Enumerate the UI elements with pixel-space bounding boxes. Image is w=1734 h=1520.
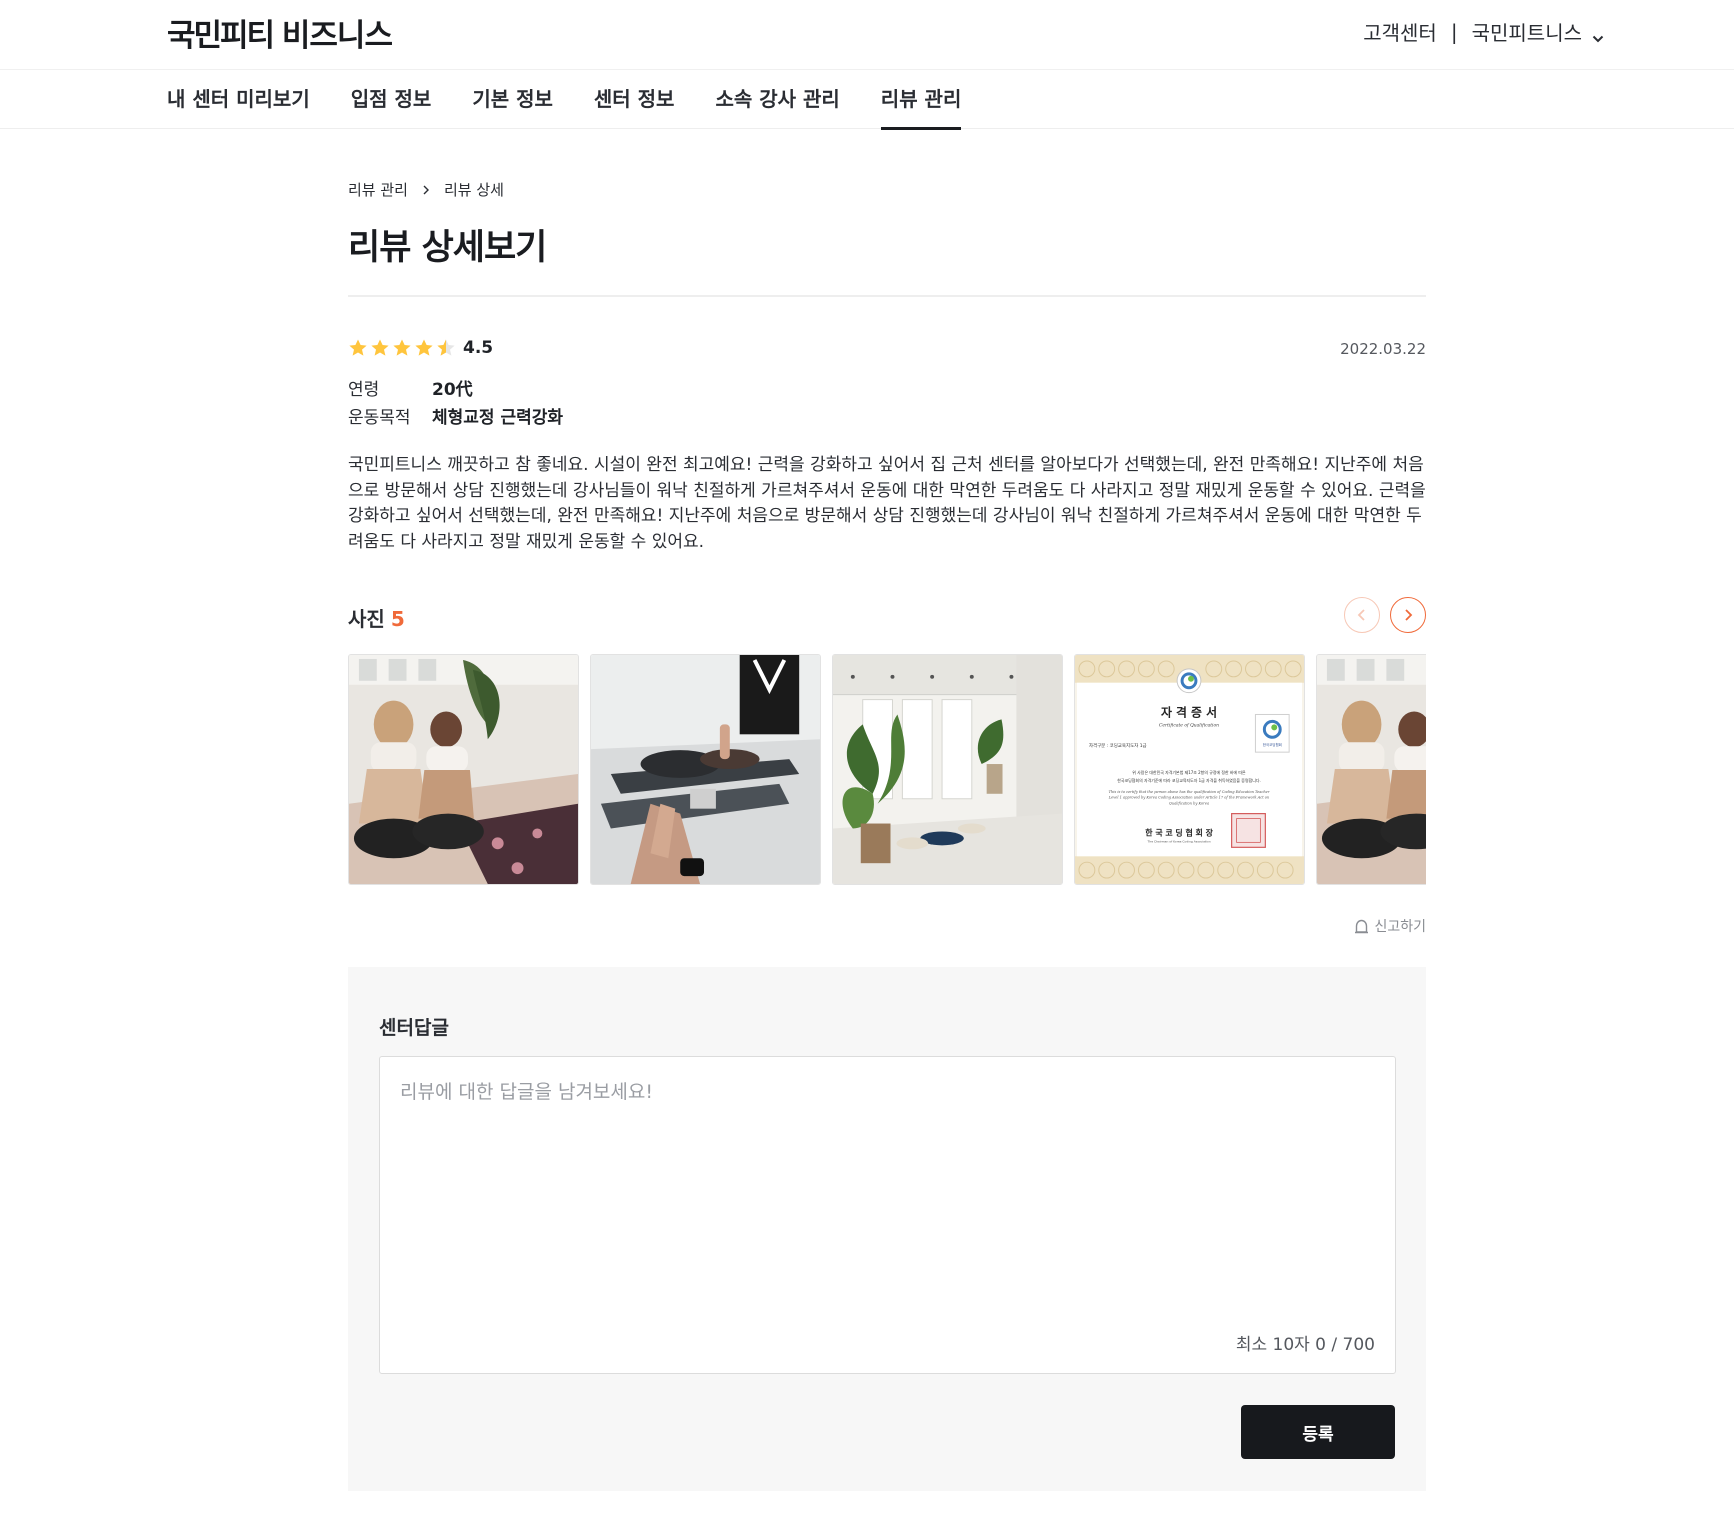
certificate-body-line: 위 사람은 대한민국 자격기본법 제17조 2항의 규정에 정한 바에 따른: [1132, 770, 1246, 775]
submit-reply-button[interactable]: 등록: [1241, 1405, 1395, 1459]
certificate-issuer-en: The Chairman of Korea Coding Association: [1147, 839, 1211, 843]
review-date: 2022.03.22: [1340, 340, 1426, 358]
certificate-title: 자 격 증 서: [1161, 705, 1217, 719]
report-label: 신고하기: [1374, 919, 1426, 935]
meta-row-purpose: 운동목적 체형교정 근력강화: [348, 401, 563, 429]
bell-icon: [1355, 919, 1369, 933]
certificate-subtitle: Certificate of Qualification: [1159, 722, 1219, 728]
meta-key: 연령: [348, 379, 380, 400]
star-icon: [349, 339, 367, 356]
tab-instructor-management[interactable]: 소속 강사 관리: [715, 70, 839, 129]
star-icon: [371, 339, 389, 356]
tab-center-info[interactable]: 센터 정보: [594, 70, 675, 129]
certificate-image: 자 격 증 서 Certificate of Qualification 한국코…: [1075, 655, 1304, 884]
tab-basic-info[interactable]: 기본 정보: [472, 70, 553, 129]
star-half-icon: [437, 339, 455, 356]
page-title: 리뷰 상세보기: [348, 228, 547, 268]
title-divider: [348, 295, 1426, 297]
breadcrumb-parent[interactable]: 리뷰 관리: [348, 179, 408, 200]
main-nav: 내 센터 미리보기 입점 정보 기본 정보 센터 정보 소속 강사 관리 리뷰 …: [0, 70, 1734, 130]
tab-store-info[interactable]: 입점 정보: [351, 70, 432, 129]
yoga-women-image: [349, 655, 578, 884]
tab-center-preview[interactable]: 내 센터 미리보기: [167, 70, 310, 129]
chevron-left-icon: [1357, 609, 1365, 621]
char-counter: 최소 10자 0 / 700: [1235, 1335, 1375, 1355]
top-header: 국민피티 비즈니스 고객센터 | 국민피트니스: [0, 0, 1734, 70]
customer-center-link[interactable]: 고객센터: [1363, 17, 1437, 46]
certificate-type-line: 자격구분 : 코딩교육지도자 1급: [1089, 742, 1147, 749]
meta-row-age: 연령 20代: [348, 373, 563, 401]
stretching-class-image: [591, 655, 820, 884]
photos-next-button[interactable]: [1390, 597, 1426, 633]
review-body: 국민피트니스 깨끗하고 참 좋네요. 시설이 완전 최고예요! 근력을 강화하고…: [348, 455, 1426, 552]
chevron-right-icon: [423, 185, 429, 194]
menu-separator: |: [1450, 19, 1458, 44]
review-photo[interactable]: [832, 654, 1063, 885]
reply-label: 센터답글: [379, 1017, 449, 1039]
meta-value: 체형교정 근력강화: [432, 407, 564, 428]
meta-value: 20代: [432, 379, 473, 400]
chevron-right-icon: [1405, 609, 1413, 621]
reply-input-wrapper: 최소 10자 0 / 700: [379, 1056, 1396, 1374]
logo-main: 국민피티: [167, 18, 275, 54]
star-icon: [393, 339, 411, 356]
review-photo[interactable]: [1316, 654, 1426, 885]
breadcrumb: 리뷰 관리 리뷰 상세: [348, 179, 504, 200]
logo-sub: 비즈니스: [281, 18, 393, 54]
certificate-badge: 한국코딩협회: [1263, 742, 1282, 747]
studio-interior-image: [833, 655, 1062, 884]
report-button[interactable]: 신고하기: [1353, 916, 1426, 936]
meta-key: 운동목적: [348, 407, 411, 428]
nav-tabs: 내 센터 미리보기 입점 정보 기본 정보 센터 정보 소속 강사 관리 리뷰 …: [167, 70, 1002, 130]
photos-heading: 사진 5: [348, 603, 405, 632]
certificate-body-line: 한국코딩협회의 자격기준에 따라 코딩교육지도자 1급 자격을 취득하였음을 증…: [1117, 778, 1261, 783]
photos-prev-button[interactable]: [1344, 597, 1380, 633]
photos-count: 5: [390, 607, 405, 631]
yoga-women-image: [1317, 655, 1426, 884]
review-photo[interactable]: 자 격 증 서 Certificate of Qualification 한국코…: [1074, 654, 1305, 885]
logo[interactable]: 국민피티 비즈니스: [167, 10, 393, 55]
photo-strip[interactable]: 자 격 증 서 Certificate of Qualification 한국코…: [348, 654, 1426, 885]
chevron-down-icon[interactable]: [1592, 26, 1604, 42]
tab-review-management[interactable]: 리뷰 관리: [880, 70, 961, 130]
review-photo[interactable]: [590, 654, 821, 885]
certificate-issuer: 한 국 코 딩 협 회 장: [1145, 827, 1213, 837]
certificate-en-line: This is to certify that the person above…: [1109, 790, 1270, 794]
star-icon: [415, 339, 433, 356]
certificate-en-line: Qualification by Korea: [1169, 802, 1209, 806]
review-meta: 연령 20代 운동목적 체형교정 근력강화: [348, 373, 563, 429]
photos-label: 사진: [348, 607, 385, 631]
account-name[interactable]: 국민피트니스: [1472, 17, 1582, 46]
reply-textarea[interactable]: [380, 1057, 1395, 1373]
rating-value: 4.5: [463, 338, 494, 358]
reply-section: 센터답글 최소 10자 0 / 700 등록: [348, 967, 1426, 1491]
certificate-en-line: Level 1 approved by Korea Coding Associa…: [1108, 796, 1270, 800]
top-right-menu: 고객센터 | 국민피트니스: [1363, 17, 1604, 46]
review-photo[interactable]: [348, 654, 579, 885]
breadcrumb-current: 리뷰 상세: [443, 181, 504, 199]
rating-row: 4.5: [348, 338, 493, 358]
